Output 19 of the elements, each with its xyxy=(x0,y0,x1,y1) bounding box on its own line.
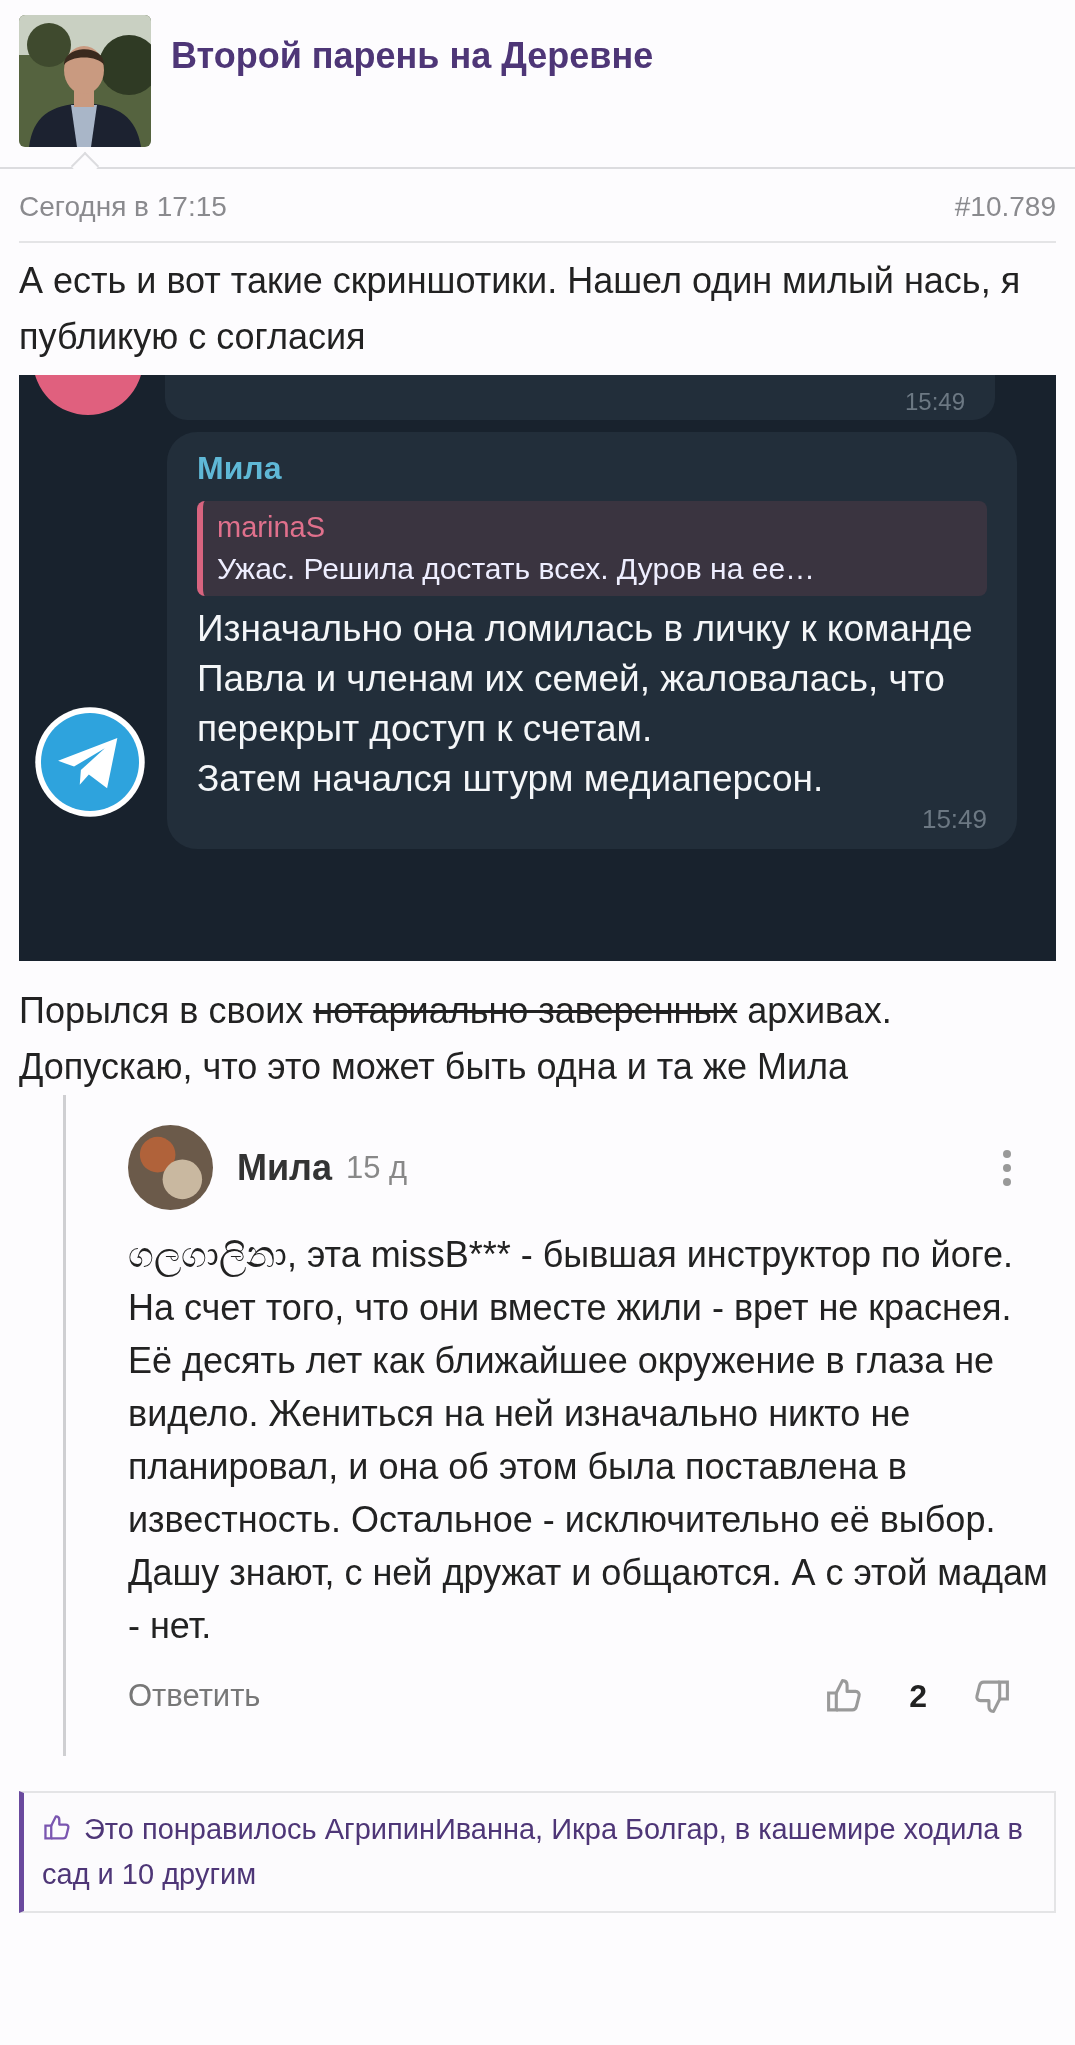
reply-text: Ужас. Решила достать всех. Дуров на ее… xyxy=(217,552,817,586)
post-text: Порылся в своих нотариально заверенных архивах. Допускаю, что это может быть одна и та же Мила xyxy=(19,989,893,1089)
reply-author: marinaS xyxy=(217,511,326,544)
sender-name: Мила xyxy=(197,450,283,487)
commenter-name[interactable]: Мила xyxy=(237,1146,332,1189)
vote-score: 2 xyxy=(909,1677,927,1715)
post-text: А есть и вот такие скриншотики. Нашел один милый нась, я публикую с согласия xyxy=(19,259,1022,359)
likes-text[interactable]: Это понравилось АгрипинИванна, Икра Болгар, в кашемире ходила в сад и 10 другим xyxy=(42,1807,1036,1897)
thumbs-up-icon xyxy=(42,1813,72,1843)
message-time: 15:49 xyxy=(921,804,987,835)
comment-text: ගලගාලිනා, эта missB*** - бывшая инструктор по йоге. На счет того, что они вместе жили - врет не краснея. Её десять лет как ближайшее окружение в глаза не видело. Жениться на ней изначально никто не планировал, и она об этом была поставлена в известность. Остальное - исключительно её выбор. Дашу знают, с ней дружат и общаются. А с этой мадам - нет. xyxy=(128,1233,1049,1648)
message-text: Изначально она ломилась в личку к команде Павла и членам их семей, жаловалась, что перекрыт доступ к счетам. Затем начался штурм медиаперсон. xyxy=(197,607,974,801)
comment-age: 15 д xyxy=(346,1149,408,1186)
reply-link[interactable]: Ответить xyxy=(128,1678,261,1714)
post-date: Сегодня в 17:15 xyxy=(19,191,227,223)
more-icon[interactable] xyxy=(1002,1149,1012,1186)
paper-plane-icon xyxy=(33,705,147,819)
author-name[interactable]: Второй парень на Деревне xyxy=(171,35,654,77)
message-time: 15:49 xyxy=(904,388,965,416)
